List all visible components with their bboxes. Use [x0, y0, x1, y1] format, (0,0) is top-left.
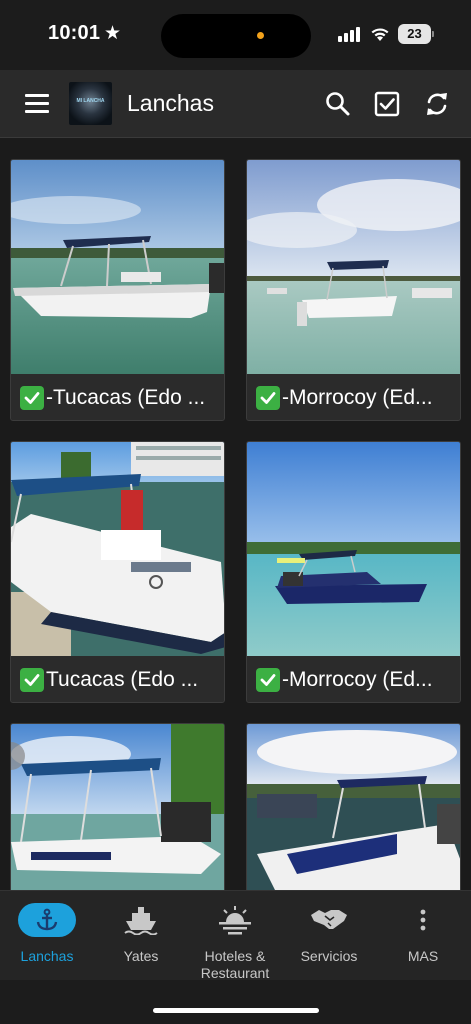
ship-icon [124, 907, 158, 935]
checkmark-icon [20, 667, 44, 692]
nav-label: Lanchas [20, 948, 74, 964]
nav-label: Servicios [300, 948, 358, 964]
nav-item-mas[interactable]: MAS [376, 891, 470, 981]
listing-card[interactable] [10, 723, 225, 890]
page-title: Lanchas [127, 90, 214, 116]
status-time: 10:01 [48, 22, 101, 44]
signal-icon [338, 26, 362, 42]
wifi-icon [371, 28, 389, 41]
privacy-indicator-icon [257, 32, 264, 39]
status-bar: 10:01 ★ 23 [0, 0, 471, 70]
checkmark-icon [256, 667, 280, 692]
boat-photo [11, 724, 224, 890]
boat-photo [247, 442, 460, 656]
more-vertical-icon [420, 909, 426, 931]
boat-photo [247, 724, 460, 890]
listing-title: -Tucacas (Edo ... [46, 385, 206, 409]
dynamic-island [161, 14, 311, 58]
listing-card[interactable]: Tucacas (Edo ... [10, 441, 225, 703]
star-icon: ★ [104, 23, 122, 44]
listing-grid: -Tucacas (Edo ... -Morrocoy (Ed... Tucac… [0, 140, 471, 890]
refresh-icon[interactable] [423, 90, 451, 118]
home-indicator[interactable] [153, 1008, 319, 1013]
sunset-icon [219, 906, 251, 935]
checkbox-icon[interactable] [373, 90, 401, 118]
listing-card[interactable]: -Morrocoy (Ed... [246, 441, 461, 703]
logo-text: MI LANCHA [76, 98, 105, 104]
checkmark-icon [20, 385, 44, 410]
battery-icon: 23 [398, 24, 431, 44]
home-area [0, 980, 471, 1024]
listing-card[interactable] [246, 723, 461, 890]
boat-photo [11, 160, 224, 374]
checkmark-icon [256, 385, 280, 410]
nav-label: Hoteles & Restaurant [200, 948, 270, 981]
nav-item-lanchas[interactable]: Lanchas [0, 891, 94, 981]
listing-title: -Morrocoy (Ed... [282, 385, 433, 409]
listing-title: Tucacas (Edo ... [46, 667, 199, 691]
app-logo: MI LANCHA [69, 82, 112, 125]
menu-icon[interactable] [25, 94, 49, 114]
nav-label: Yates [123, 948, 159, 964]
nav-item-hoteles[interactable]: Hoteles & Restaurant [188, 891, 282, 981]
listing-title: -Morrocoy (Ed... [282, 667, 433, 691]
bottom-navigation: Lanchas Yates Hoteles & Restaurant Servi… [0, 890, 471, 981]
boat-photo [247, 160, 460, 374]
nav-label: MAS [407, 948, 439, 964]
nav-item-servicios[interactable]: Servicios [282, 891, 376, 981]
listing-card[interactable]: -Tucacas (Edo ... [10, 159, 225, 421]
boat-photo [11, 442, 224, 656]
listing-card[interactable]: -Morrocoy (Ed... [246, 159, 461, 421]
nav-item-yates[interactable]: Yates [94, 891, 188, 981]
handshake-icon [311, 910, 347, 929]
app-bar: MI LANCHA Lanchas [0, 70, 471, 138]
search-icon[interactable] [324, 90, 352, 118]
anchor-icon [36, 908, 58, 931]
